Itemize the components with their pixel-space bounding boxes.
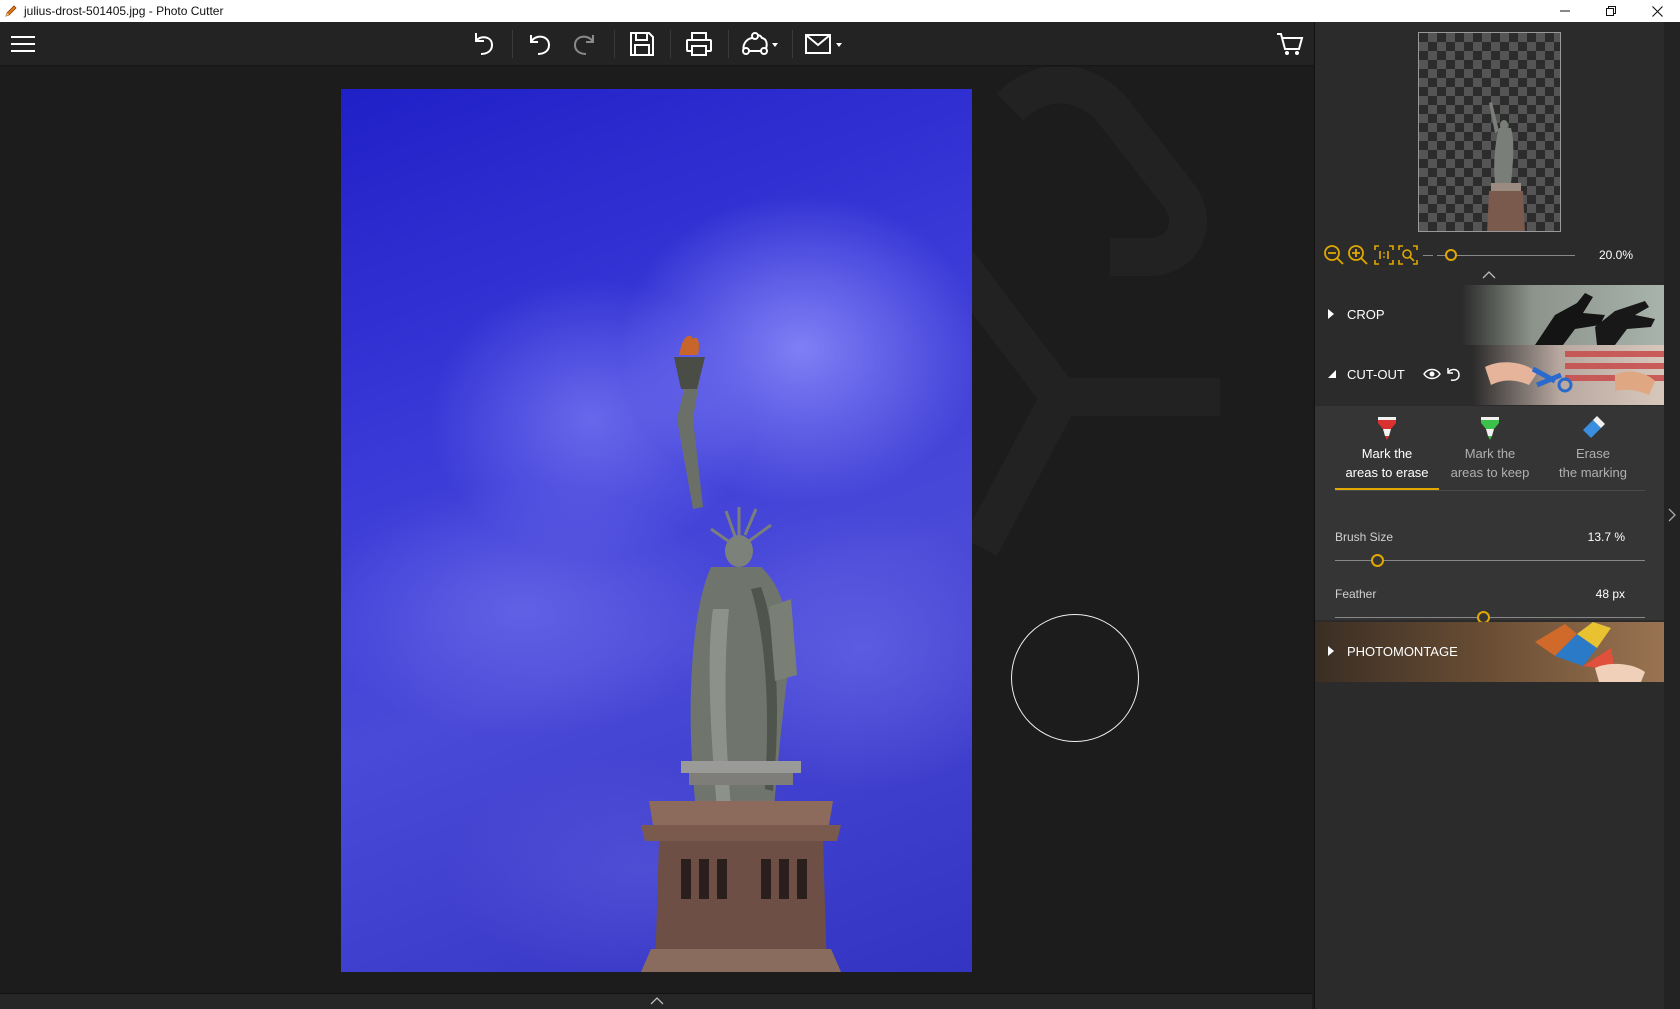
cart-button[interactable]: [1274, 28, 1306, 60]
tool-label-line2: areas to keep: [1450, 465, 1530, 480]
hamburger-menu-icon: [11, 36, 35, 52]
close-button[interactable]: [1634, 0, 1680, 22]
collapse-navigator-icon[interactable]: [1482, 270, 1496, 280]
close-icon: [1651, 5, 1663, 17]
zoom-value: 20.0%: [1599, 248, 1634, 262]
cutout-section-header[interactable]: CUT-OUT: [1315, 345, 1665, 405]
feather-value: 48 px: [1595, 587, 1625, 601]
main-toolbar: [0, 22, 1314, 66]
preview-eye-icon[interactable]: [1423, 367, 1441, 381]
tool-label-line1: Erase: [1576, 446, 1610, 461]
tool-label-line1: Mark the: [1464, 446, 1516, 461]
photomontage-section-title: PHOTOMONTAGE: [1347, 644, 1458, 659]
eraser-icon: [1583, 416, 1605, 438]
minimize-icon: [1560, 10, 1570, 12]
right-panel: 20.0% CROP CUT-OUT Mark the areas to era…: [1314, 22, 1665, 1009]
minimize-button[interactable]: [1542, 0, 1588, 22]
zoom-in-icon: [1348, 245, 1368, 265]
image-canvas[interactable]: [0, 67, 1312, 993]
restore-icon: [1606, 6, 1616, 16]
crop-section-header[interactable]: CROP: [1315, 285, 1665, 345]
active-tool-indicator: [1335, 488, 1439, 490]
crop-section-title: CROP: [1347, 307, 1385, 322]
tool-label-line1: Mark the: [1361, 446, 1413, 461]
cutout-section-title: CUT-OUT: [1347, 367, 1405, 382]
tool-label-line2: the marking: [1559, 465, 1627, 480]
printer-icon: [686, 32, 712, 56]
undo-all-icon: [475, 33, 494, 55]
cutout-tools-panel: Mark the areas to erase Mark the areas t…: [1315, 406, 1665, 624]
shopping-cart-icon: [1277, 33, 1304, 55]
tool-label-line2: areas to erase: [1345, 465, 1429, 480]
actual-size-icon: [1374, 245, 1394, 265]
brush-size-slider-handle[interactable]: [1370, 554, 1384, 567]
brush-size-label: Brush Size: [1335, 530, 1394, 544]
zoom-slider-handle[interactable]: [1445, 249, 1457, 261]
statue-of-liberty-image: [641, 335, 841, 972]
redo-button[interactable]: [568, 28, 600, 60]
expand-caret-icon: [1328, 646, 1334, 656]
feather-label: Feather: [1335, 587, 1377, 601]
zoom-out-icon: [1324, 245, 1344, 265]
bottom-panel-toggle[interactable]: [0, 993, 1312, 1009]
panel-collapse-strip[interactable]: [1664, 22, 1680, 1009]
save-icon: [630, 32, 654, 56]
expand-caret-icon: [1328, 309, 1334, 319]
share-button[interactable]: [738, 28, 782, 60]
reset-cutout-icon[interactable]: [1445, 366, 1461, 382]
actual-size-button[interactable]: [1373, 244, 1395, 266]
menu-button[interactable]: [8, 28, 38, 60]
chevron-right-icon: [1668, 508, 1676, 522]
collapse-caret-icon: [1328, 370, 1336, 378]
undo-all-button[interactable]: [468, 28, 500, 60]
red-marker-icon: [1378, 417, 1396, 440]
email-button[interactable]: [802, 28, 846, 60]
restore-button[interactable]: [1588, 0, 1634, 22]
navigator-thumbnail[interactable]: [1418, 32, 1561, 232]
print-button[interactable]: [682, 28, 716, 60]
redo-icon: [573, 35, 594, 55]
mark-erase-tool[interactable]: Mark the areas to erase: [1337, 414, 1437, 482]
undo-icon: [530, 35, 551, 55]
zoom-controls: 20.0%: [1323, 244, 1657, 266]
email-icon: [805, 34, 842, 54]
window-title: julius-drost-501405.jpg - Photo Cutter: [24, 4, 224, 18]
undo-button[interactable]: [524, 28, 556, 60]
fit-to-window-icon: [1398, 245, 1418, 265]
mark-keep-tool[interactable]: Mark the areas to keep: [1440, 414, 1540, 482]
erase-marking-tool[interactable]: Erase the marking: [1543, 414, 1643, 482]
share-icon: [742, 32, 778, 55]
title-bar: julius-drost-501405.jpg - Photo Cutter: [0, 0, 1680, 22]
zoom-slider[interactable]: [1437, 255, 1575, 256]
zoom-in-button[interactable]: [1347, 244, 1369, 266]
brush-cursor: [1011, 614, 1139, 742]
photomontage-section-header[interactable]: PHOTOMONTAGE: [1315, 622, 1665, 682]
brush-size-value: 13.7 %: [1587, 530, 1625, 544]
fit-to-window-button[interactable]: [1397, 244, 1419, 266]
app-pencil-icon: [5, 5, 17, 17]
zoom-out-button[interactable]: [1323, 244, 1345, 266]
green-marker-icon: [1481, 417, 1499, 440]
save-button[interactable]: [626, 28, 658, 60]
edited-photo[interactable]: [341, 89, 972, 972]
chevron-up-icon: [650, 997, 664, 1005]
thumbnail-statue-image: [1487, 102, 1525, 231]
